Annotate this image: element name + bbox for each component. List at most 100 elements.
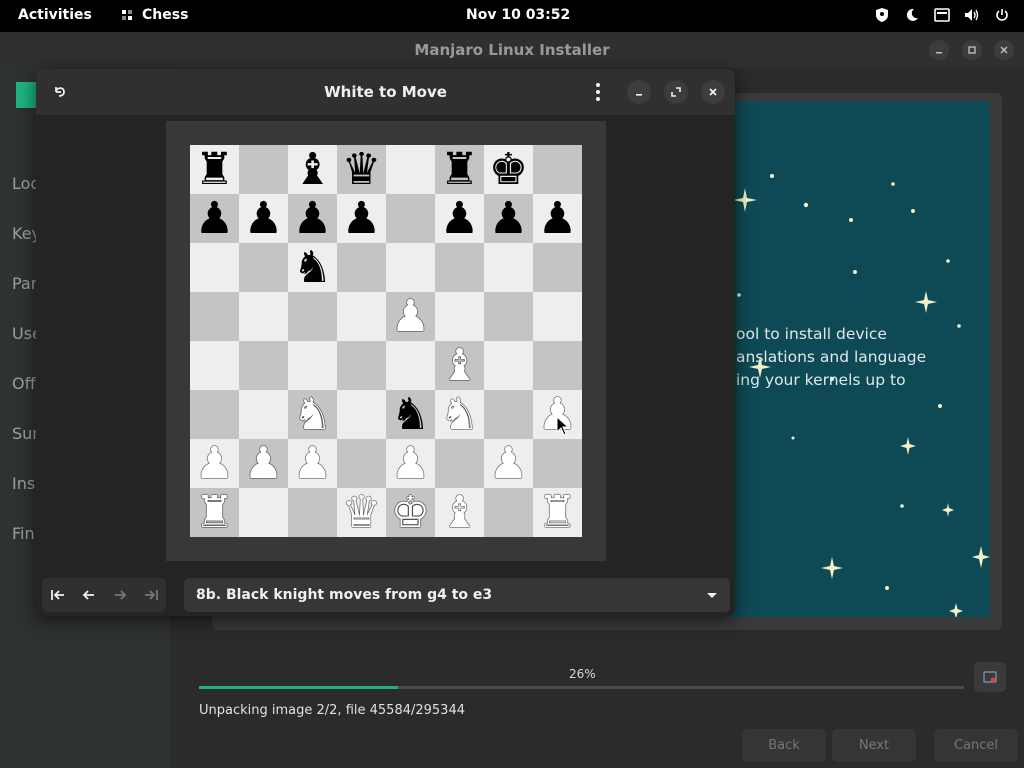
board-square[interactable]	[533, 341, 582, 390]
next-button[interactable]: Next	[832, 729, 916, 762]
board-square[interactable]: ♜	[190, 488, 239, 537]
white-pawn-piece[interactable]: ♟	[293, 441, 332, 486]
board-square[interactable]: ♟	[386, 439, 435, 488]
board-square[interactable]	[190, 243, 239, 292]
board-square[interactable]	[533, 292, 582, 341]
board-square[interactable]	[386, 341, 435, 390]
board-square[interactable]	[288, 488, 337, 537]
board-square[interactable]: ♜	[533, 488, 582, 537]
previous-move-button[interactable]	[73, 578, 104, 612]
minimize-button[interactable]	[929, 40, 949, 60]
board-square[interactable]: ♟	[533, 194, 582, 243]
white-queen-piece[interactable]: ♛	[342, 490, 381, 535]
board-square[interactable]: ♟	[288, 194, 337, 243]
board-square[interactable]: ♟	[435, 194, 484, 243]
black-queen-piece[interactable]: ♛	[342, 147, 381, 192]
white-pawn-piece[interactable]: ♟	[489, 441, 528, 486]
black-bishop-piece[interactable]: ♝	[293, 147, 332, 192]
next-move-button[interactable]	[104, 578, 135, 612]
chess-maximize-button[interactable]	[664, 80, 688, 104]
keyboard-icon[interactable]	[934, 6, 950, 24]
board-square[interactable]	[337, 243, 386, 292]
board-square[interactable]	[386, 243, 435, 292]
main-menu-button[interactable]	[590, 81, 606, 103]
white-rook-piece[interactable]: ♜	[538, 490, 577, 535]
board-square[interactable]: ♚	[484, 145, 533, 194]
back-button[interactable]: Back	[742, 729, 826, 762]
board-square[interactable]: ♟	[386, 292, 435, 341]
board-square[interactable]: ♟	[190, 439, 239, 488]
board-square[interactable]: ♟	[239, 194, 288, 243]
white-rook-piece[interactable]: ♜	[195, 490, 234, 535]
board-square[interactable]	[337, 390, 386, 439]
board-square[interactable]	[484, 488, 533, 537]
shield-icon[interactable]	[874, 6, 890, 24]
white-pawn-piece[interactable]: ♟	[195, 441, 234, 486]
board-square[interactable]: ♝	[435, 341, 484, 390]
white-king-piece[interactable]: ♚	[391, 490, 430, 535]
chess-headerbar[interactable]: White to Move	[36, 69, 735, 115]
board-square[interactable]	[435, 292, 484, 341]
board-square[interactable]: ♚	[386, 488, 435, 537]
white-pawn-piece[interactable]: ♟	[391, 294, 430, 339]
board-square[interactable]	[190, 292, 239, 341]
maximize-button[interactable]	[962, 40, 982, 60]
board-square[interactable]	[239, 341, 288, 390]
activities-button[interactable]: Activities	[18, 7, 92, 23]
board-square[interactable]	[533, 145, 582, 194]
board-square[interactable]	[288, 341, 337, 390]
white-pawn-piece[interactable]: ♟	[391, 441, 430, 486]
board-square[interactable]: ♞	[386, 390, 435, 439]
board-square[interactable]	[533, 439, 582, 488]
board-square[interactable]	[288, 292, 337, 341]
board-square[interactable]: ♞	[435, 390, 484, 439]
board-square[interactable]	[484, 243, 533, 292]
board-square[interactable]	[337, 439, 386, 488]
board-square[interactable]	[239, 292, 288, 341]
night-light-icon[interactable]	[904, 6, 920, 24]
white-bishop-piece[interactable]: ♝	[440, 490, 479, 535]
black-pawn-piece[interactable]: ♟	[244, 196, 283, 241]
board-square[interactable]: ♛	[337, 145, 386, 194]
board-square[interactable]: ♜	[190, 145, 239, 194]
installer-titlebar[interactable]: Manjaro Linux Installer	[0, 32, 1024, 68]
chess-close-button[interactable]	[701, 80, 725, 104]
last-move-button[interactable]	[135, 578, 166, 612]
close-button[interactable]	[994, 40, 1014, 60]
board-square[interactable]	[190, 341, 239, 390]
volume-icon[interactable]	[964, 6, 980, 24]
board-square[interactable]	[337, 292, 386, 341]
system-tray[interactable]	[874, 6, 1010, 24]
black-pawn-piece[interactable]: ♟	[293, 196, 332, 241]
black-pawn-piece[interactable]: ♟	[440, 196, 479, 241]
black-knight-piece[interactable]: ♞	[293, 245, 332, 290]
move-history-dropdown[interactable]: 8b. Black knight moves from g4 to e3	[184, 578, 730, 612]
board-square[interactable]: ♞	[288, 390, 337, 439]
board-square[interactable]: ♟	[337, 194, 386, 243]
black-pawn-piece[interactable]: ♟	[538, 196, 577, 241]
first-move-button[interactable]	[42, 578, 73, 612]
board-square[interactable]: ♝	[288, 145, 337, 194]
board-square[interactable]: ♜	[435, 145, 484, 194]
board-square[interactable]	[386, 145, 435, 194]
board-square[interactable]	[484, 292, 533, 341]
board-square[interactable]	[190, 390, 239, 439]
power-icon[interactable]	[994, 6, 1010, 24]
board-square[interactable]: ♟	[484, 194, 533, 243]
board-square[interactable]: ♟	[239, 439, 288, 488]
black-pawn-piece[interactable]: ♟	[489, 196, 528, 241]
white-knight-piece[interactable]: ♞	[440, 392, 479, 437]
black-rook-piece[interactable]: ♜	[195, 147, 234, 192]
board-square[interactable]	[337, 341, 386, 390]
board-square[interactable]	[484, 341, 533, 390]
board-square[interactable]: ♛	[337, 488, 386, 537]
white-pawn-piece[interactable]: ♟	[244, 441, 283, 486]
black-pawn-piece[interactable]: ♟	[342, 196, 381, 241]
white-knight-piece[interactable]: ♞	[293, 392, 332, 437]
board-square[interactable]	[484, 390, 533, 439]
white-bishop-piece[interactable]: ♝	[440, 343, 479, 388]
board-square[interactable]	[435, 439, 484, 488]
board-square[interactable]	[239, 390, 288, 439]
chess-minimize-button[interactable]	[627, 80, 651, 104]
board-square[interactable]	[533, 243, 582, 292]
